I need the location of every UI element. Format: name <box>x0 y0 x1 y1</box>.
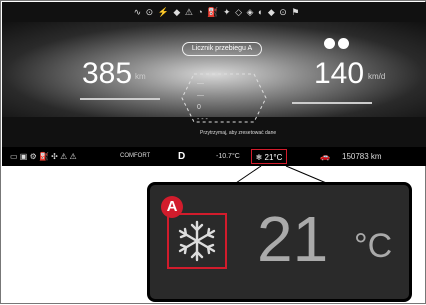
callout-temp-value: 21 <box>257 203 329 275</box>
snowflake-icon <box>178 220 216 262</box>
climate-icon-highlight <box>167 213 227 269</box>
callout-magnifier: A 21 °C <box>147 182 412 302</box>
callout-temp-unit: °C <box>354 227 393 265</box>
illustration-frame: ∿ ⊙ ⚡ ◆ ⚠ ◔ ⛽ ✦ ◇ ◈ ◐ ◆ ⊙ ⚑ Licznik prze… <box>0 0 426 304</box>
